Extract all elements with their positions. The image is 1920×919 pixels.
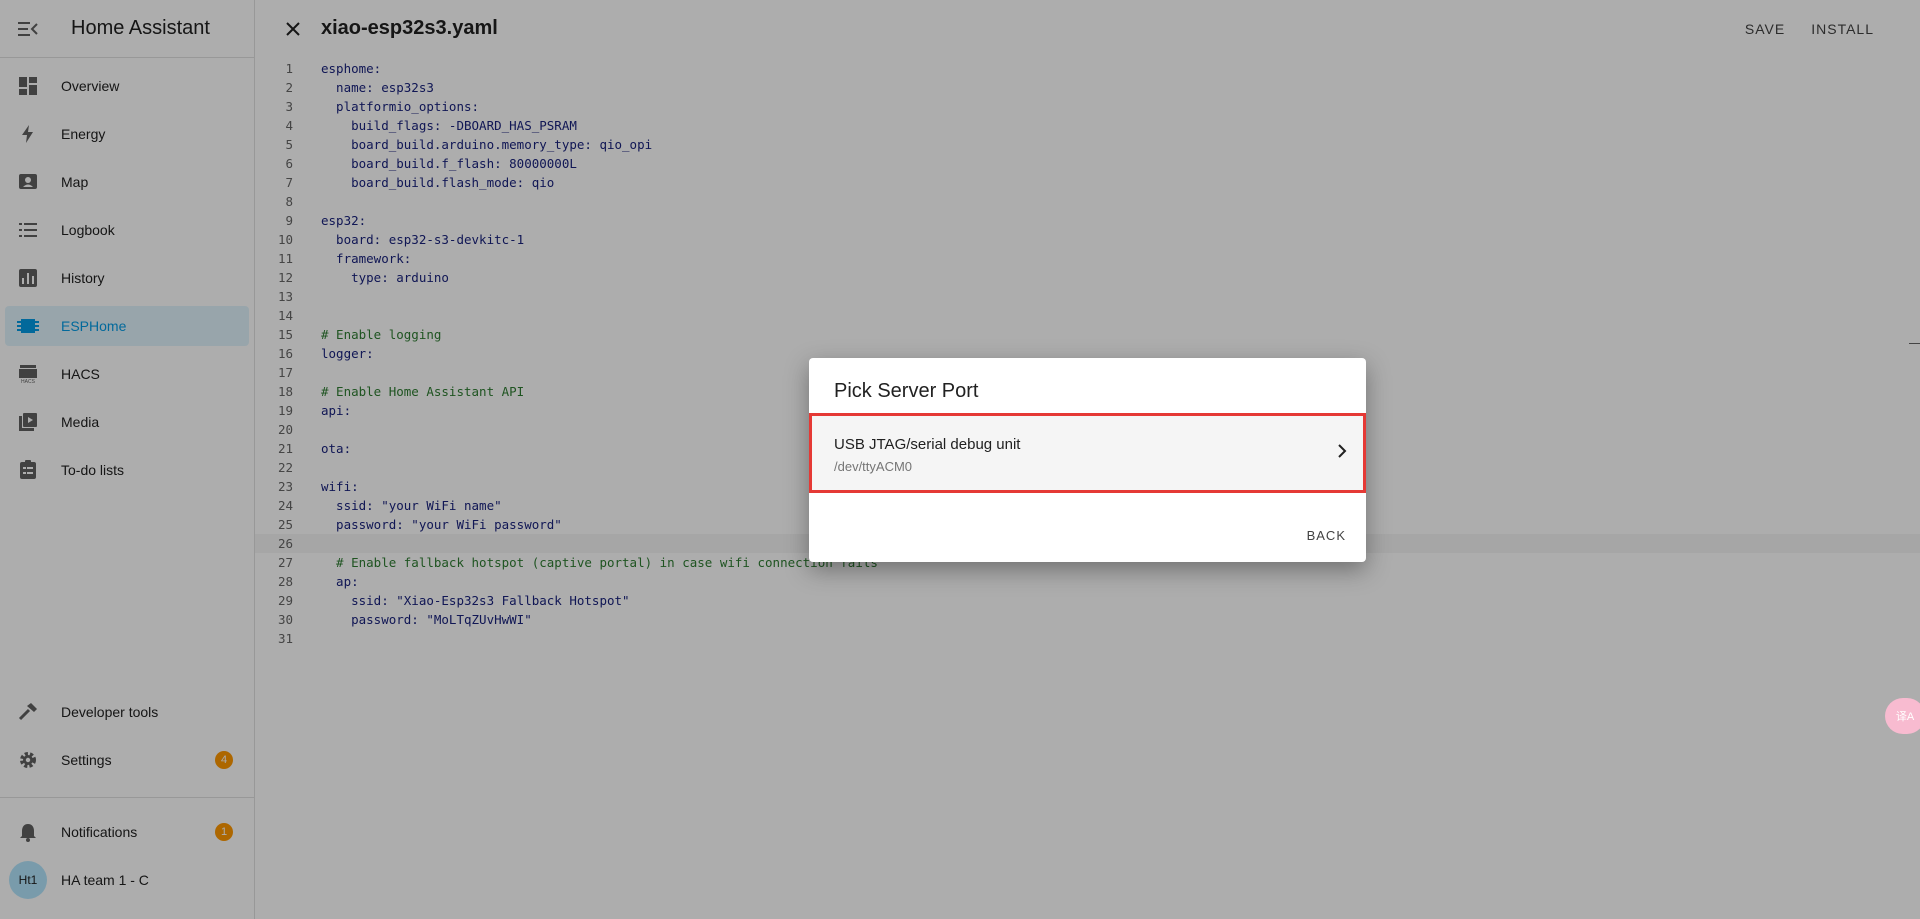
scroll-marker xyxy=(1909,343,1920,344)
port-path: /dev/ttyACM0 xyxy=(834,459,913,474)
pick-server-port-dialog: Pick Server Port USB JTAG/serial debug u… xyxy=(809,358,1366,562)
translate-button[interactable]: 译A xyxy=(1885,698,1920,734)
chevron-right-icon xyxy=(1338,444,1347,458)
back-button[interactable]: BACK xyxy=(1307,528,1346,543)
dialog-title: Pick Server Port xyxy=(834,380,979,402)
serial-port-option[interactable]: USB JTAG/serial debug unit /dev/ttyACM0 xyxy=(809,413,1366,493)
port-name: USB JTAG/serial debug unit xyxy=(834,436,1021,453)
